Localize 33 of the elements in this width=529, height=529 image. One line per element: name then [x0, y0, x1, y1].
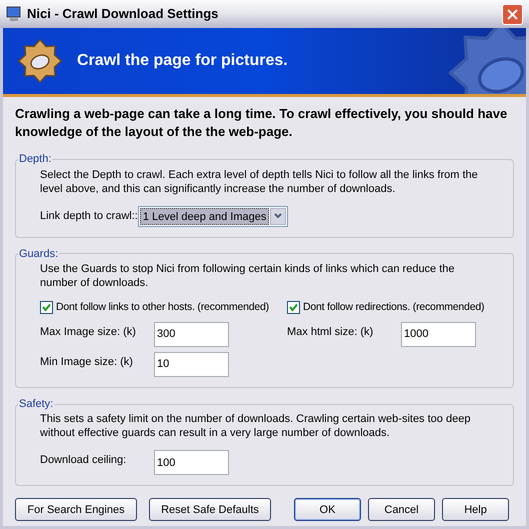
dialog-button[interactable]: OK [294, 498, 361, 522]
checkbox[interactable] [40, 301, 53, 314]
input-field[interactable]: 100 [154, 450, 229, 476]
group-description: Select the Depth to crawl. Each extra level of depth tells Nici to follow all the links from the level above, and this can significantly increase the number of downloads. [40, 168, 479, 196]
dialog-button[interactable]: For Search Engines [15, 498, 137, 522]
dialog-button[interactable]: Reset Safe Defaults [149, 498, 271, 522]
gear-icon [17, 38, 63, 84]
input-field[interactable]: 1000 [401, 322, 476, 347]
field-label: Download ceiling: [40, 453, 128, 468]
input-field[interactable]: 10 [154, 352, 229, 377]
group-description: Use the Guards to stop Nici from following certain kinds of links which can reduce the number of downloads. [40, 262, 456, 290]
field-label: Max html size: (k) [287, 324, 374, 340]
dialog-button[interactable]: Cancel [368, 498, 435, 522]
group-description: This sets a safety limit on the number of downloads. Crawling certain web-sites too deep without effective guards can result in a very large number of downloads. [40, 412, 472, 440]
depth-dropdown[interactable]: 1 Level deep and Images [138, 206, 288, 226]
group-title: Depth: [18, 152, 52, 167]
group-title: Guards: [18, 246, 60, 262]
close-icon [507, 8, 518, 20]
chevron-down-icon[interactable] [270, 208, 286, 224]
close-button[interactable] [502, 4, 523, 24]
banner-heading: Crawl the page for pictures. [77, 51, 288, 71]
monitor-icon [6, 6, 22, 22]
checkbox-option[interactable]: Dont follow redirections. (recommended) [287, 300, 489, 316]
window-title: Nici - Crawl Download Settings [27, 5, 220, 24]
input-field[interactable]: 300 [154, 322, 229, 347]
checkbox[interactable] [287, 301, 300, 314]
group-title: Safety: [18, 396, 54, 412]
field-label: Min Image size: (k) [40, 354, 134, 370]
field-label: Max Image size: (k) [40, 324, 137, 340]
intro-text: Crawling a web-page can take a long time. To crawl effectively, you should have knowledge of the layout of the the web-page. [15, 105, 508, 141]
field-label: Link depth to crawl:: [40, 208, 138, 224]
dialog-button[interactable]: Help [442, 498, 509, 522]
checkbox-option[interactable]: Dont follow links to other hosts. (recommended) [40, 300, 287, 316]
